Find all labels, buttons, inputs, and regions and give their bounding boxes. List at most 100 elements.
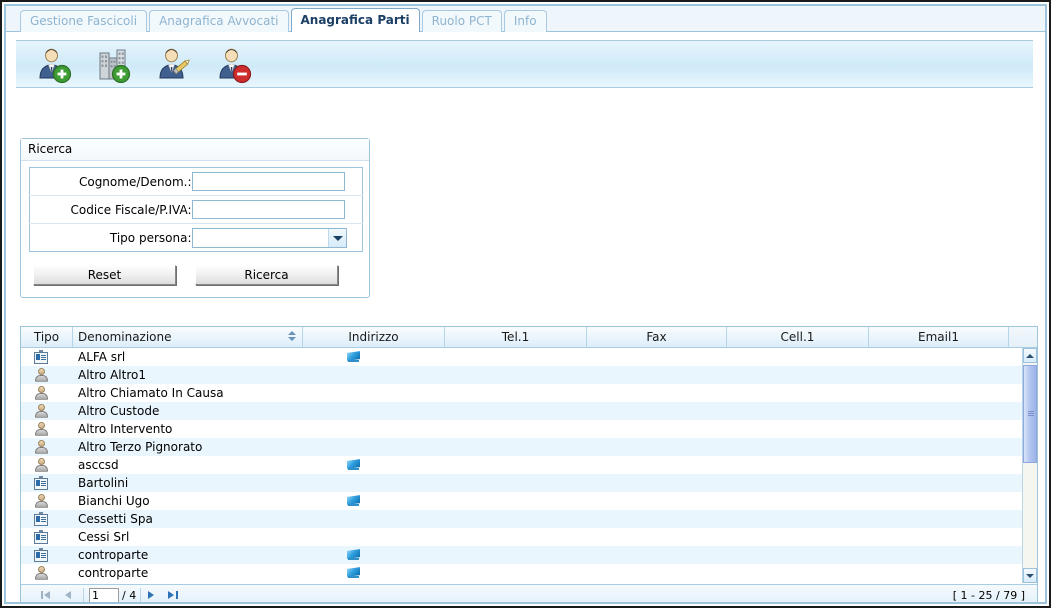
cell-tel1 <box>445 420 587 438</box>
cell-email1 <box>869 528 1009 546</box>
grid-header-tel[interactable]: Tel.1 <box>445 327 587 347</box>
person-add-icon <box>36 48 72 86</box>
codice-fiscale-piva-input[interactable] <box>191 200 345 219</box>
cell-indirizzo <box>303 456 445 474</box>
table-row[interactable]: Altro Altro1 <box>21 366 1022 384</box>
previous-page-button[interactable] <box>62 589 75 602</box>
address-detail-icon[interactable] <box>347 549 360 560</box>
cell-tel1 <box>445 564 587 582</box>
cell-tipo <box>21 366 73 384</box>
table-row[interactable]: controparte <box>21 546 1022 564</box>
table-row[interactable]: Bianchi Ugo <box>21 492 1022 510</box>
table-row[interactable]: Altro Chiamato In Causa <box>21 384 1022 402</box>
label-cognome: Cognome/Denom.: <box>29 167 192 196</box>
tab-info[interactable]: Info <box>503 10 547 32</box>
cell-fax <box>587 366 727 384</box>
scroll-up-icon[interactable] <box>1023 348 1037 363</box>
delete-person-button[interactable] <box>216 47 252 84</box>
cell-denominazione: Altro Altro1 <box>78 368 146 382</box>
person-icon <box>35 422 48 436</box>
cell-fax <box>587 492 727 510</box>
cell-indirizzo <box>303 366 445 384</box>
cell-cell1 <box>727 474 869 492</box>
table-row[interactable]: ALFA srl <box>21 348 1022 366</box>
next-page-button[interactable] <box>145 589 158 602</box>
scrollbar-grip-icon <box>1028 411 1034 416</box>
table-row[interactable]: Bartolini <box>21 474 1022 492</box>
cell-fax <box>587 510 727 528</box>
grid-header-nome[interactable]: Denominazione <box>73 327 303 347</box>
table-row[interactable]: Cessi Srl <box>21 528 1022 546</box>
scroll-down-icon[interactable] <box>1023 568 1037 583</box>
tab-gestione-fascicoli[interactable]: Gestione Fascicoli <box>20 10 148 32</box>
cell-tel1 <box>445 348 587 366</box>
cell-email1 <box>869 474 1009 492</box>
chevron-down-icon[interactable] <box>327 228 346 247</box>
cell-denominazione: Altro Chiamato In Causa <box>78 386 224 400</box>
person-icon <box>35 368 48 382</box>
add-person-button[interactable] <box>36 47 72 86</box>
grid-header-cell[interactable]: Cell.1 <box>727 327 869 347</box>
first-page-button[interactable] <box>41 589 54 602</box>
cell-cell1 <box>727 348 869 366</box>
table-row[interactable]: asccsd <box>21 456 1022 474</box>
results-grid: Tipo Denominazione Indirizzo Tel.1 Fax Cell.1… <box>20 326 1038 602</box>
cell-cell1 <box>727 546 869 564</box>
company-card-icon <box>34 476 48 490</box>
cell-cell1 <box>727 366 869 384</box>
table-row[interactable]: Cessetti Spa <box>21 510 1022 528</box>
cell-indirizzo <box>303 420 445 438</box>
grid-header-indir[interactable]: Indirizzo <box>303 327 445 347</box>
cell-denominazione: controparte <box>78 548 149 562</box>
page-number-input[interactable] <box>89 588 119 602</box>
grid-vertical-scrollbar[interactable] <box>1022 348 1037 583</box>
cell-email1 <box>869 438 1009 456</box>
cell-tel1 <box>445 402 587 420</box>
tab-ruolo-pct[interactable]: Ruolo PCT <box>421 10 502 32</box>
application-window: Gestione Fascicoli Anagrafica Avvocati Ana… <box>0 0 1051 608</box>
table-row[interactable]: Altro Custode <box>21 402 1022 420</box>
cell-email1 <box>869 402 1009 420</box>
company-card-icon <box>34 548 48 562</box>
cell-email1 <box>869 510 1009 528</box>
grid-header-mail[interactable]: Email1 <box>869 327 1009 347</box>
cell-tel1 <box>445 456 587 474</box>
address-detail-icon[interactable] <box>347 495 360 506</box>
cell-indirizzo <box>303 528 445 546</box>
grid-header-label: Denominazione <box>78 330 172 344</box>
tab-anagrafica-avvocati[interactable]: Anagrafica Avvocati <box>149 10 289 32</box>
table-row[interactable]: Altro Terzo Pignorato <box>21 438 1022 456</box>
address-detail-icon[interactable] <box>347 567 360 578</box>
cell-fax <box>587 474 727 492</box>
form-row-tipo-persona: Tipo persona: <box>30 224 363 252</box>
cell-cell1 <box>727 456 869 474</box>
cell-denominazione: ALFA srl <box>78 350 126 364</box>
cognome-denom-input[interactable] <box>191 172 345 191</box>
cell-cell1 <box>727 510 869 528</box>
cell-denominazione: controparte <box>78 566 149 580</box>
grid-header-fax[interactable]: Fax <box>587 327 727 347</box>
grid-header-tipo[interactable]: Tipo <box>21 327 73 347</box>
cell-denominazione: Altro Intervento <box>78 422 173 436</box>
cell-email1 <box>869 492 1009 510</box>
company-card-icon <box>34 530 48 544</box>
last-page-button[interactable] <box>167 589 180 602</box>
scrollbar-thumb[interactable] <box>1023 365 1037 463</box>
address-detail-icon[interactable] <box>347 459 360 470</box>
table-row[interactable]: controparte <box>21 564 1022 582</box>
cell-fax <box>587 384 727 402</box>
cell-cell1 <box>727 384 869 402</box>
edit-person-button[interactable] <box>156 47 192 83</box>
cell-fax <box>587 438 727 456</box>
sort-arrows-icon[interactable] <box>288 331 297 343</box>
reset-button[interactable]: Reset <box>33 265 176 285</box>
tab-anagrafica-parti[interactable]: Anagrafica Parti <box>290 8 420 32</box>
add-company-button[interactable] <box>96 47 132 84</box>
address-detail-icon[interactable] <box>347 351 360 362</box>
cell-tipo <box>21 438 73 456</box>
cell-cell1 <box>727 492 869 510</box>
search-button[interactable]: Ricerca <box>195 265 338 285</box>
tipo-persona-select[interactable] <box>191 227 347 248</box>
cell-cell1 <box>727 402 869 420</box>
table-row[interactable]: Altro Intervento <box>21 420 1022 438</box>
